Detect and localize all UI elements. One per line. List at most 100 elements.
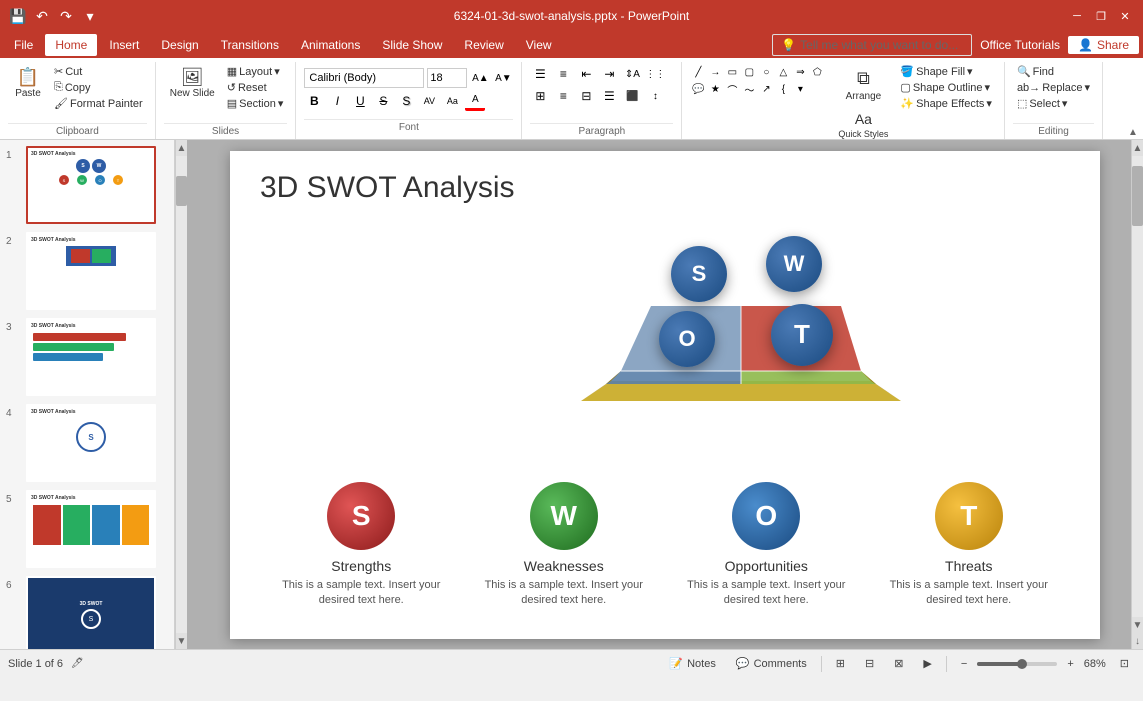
menu-insert[interactable]: Insert: [99, 34, 149, 56]
rect-icon[interactable]: ▭: [724, 64, 740, 80]
justify-button[interactable]: ☰: [599, 86, 619, 106]
convert-smartart-button[interactable]: ⋮⋮: [645, 64, 665, 84]
layout-button[interactable]: ▦ Layout ▾: [223, 64, 288, 79]
menu-design[interactable]: Design: [151, 34, 208, 56]
font-color-button[interactable]: A: [465, 91, 485, 111]
scroll-down-arrow[interactable]: ▼: [176, 633, 187, 649]
replace-button[interactable]: ab→ Replace ▾: [1013, 80, 1094, 95]
share-button[interactable]: 👤 Share: [1068, 36, 1139, 54]
decrease-font-size-button[interactable]: A▼: [493, 68, 513, 88]
triangle-icon[interactable]: △: [775, 64, 791, 80]
brace-icon[interactable]: {: [775, 81, 791, 97]
section-button[interactable]: ▤ Section ▾: [223, 96, 288, 111]
connector-icon[interactable]: ↗: [758, 81, 774, 97]
zoom-slider[interactable]: [977, 662, 1057, 666]
strikethrough-button[interactable]: S: [373, 91, 393, 111]
zoom-in-button[interactable]: +: [1061, 657, 1079, 671]
cut-button[interactable]: ✂ Cut: [50, 64, 147, 79]
arrow-icon[interactable]: →: [707, 64, 723, 80]
underline-button[interactable]: U: [350, 91, 370, 111]
pentagon-icon[interactable]: ⬠: [809, 64, 825, 80]
bullets-button[interactable]: ☰: [530, 64, 550, 84]
notes-button[interactable]: 📝 Notes: [663, 656, 721, 671]
new-slide-button[interactable]: 🖼 New Slide: [164, 64, 221, 103]
slide-sorter-button[interactable]: ⊟: [859, 656, 880, 671]
fit-slide-button[interactable]: ⊡: [1114, 656, 1135, 671]
restore-button[interactable]: ❐: [1091, 6, 1111, 26]
align-right-button[interactable]: ⊟: [576, 86, 596, 106]
decrease-indent-button[interactable]: ⇤: [576, 64, 596, 84]
zoom-slider-thumb[interactable]: [1017, 659, 1027, 669]
tell-me-input[interactable]: 💡 Tell me what you want to do...: [772, 34, 972, 56]
office-tutorials-link[interactable]: Office Tutorials: [980, 38, 1060, 52]
shape-outline-button[interactable]: ▢ Shape Outline ▾: [896, 80, 996, 95]
comments-button[interactable]: 💬 Comments: [730, 656, 813, 671]
scroll-up-arrow[interactable]: ▲: [176, 140, 187, 156]
find-button[interactable]: 🔍 Find: [1013, 64, 1094, 79]
font-family-input[interactable]: [304, 68, 424, 88]
reset-button[interactable]: ↺ Reset: [223, 80, 288, 95]
menu-view[interactable]: View: [516, 34, 562, 56]
line-spacing-button[interactable]: ↕: [645, 86, 665, 106]
callout-icon[interactable]: 💬: [690, 81, 706, 97]
bold-button[interactable]: B: [304, 91, 324, 111]
increase-font-size-button[interactable]: A▲: [470, 68, 490, 88]
copy-button[interactable]: ⎘ Copy: [50, 80, 147, 95]
font-size-input[interactable]: [427, 68, 467, 88]
minimize-button[interactable]: ─: [1067, 6, 1087, 26]
menu-transitions[interactable]: Transitions: [211, 34, 289, 56]
collapse-ribbon-button[interactable]: ▲: [1128, 127, 1138, 138]
format-painter-button[interactable]: 🖌 Format Painter: [50, 96, 147, 111]
numbering-button[interactable]: ≡: [553, 64, 573, 84]
right-arrow-shape-icon[interactable]: ⇒: [792, 64, 808, 80]
save-icon[interactable]: 💾: [8, 6, 28, 26]
undo-icon[interactable]: ↶: [32, 6, 52, 26]
line-icon[interactable]: ╱: [690, 64, 706, 80]
text-direction-button[interactable]: ⇕A: [622, 64, 642, 84]
slide-thumb-3[interactable]: 3 3D SWOT Analysis: [4, 316, 170, 398]
columns-button[interactable]: ⬛: [622, 86, 642, 106]
select-button[interactable]: ⬚ Select ▾: [1013, 96, 1094, 111]
quick-styles-button[interactable]: Aa Quick Styles: [832, 107, 894, 143]
rounded-rect-icon[interactable]: ▢: [741, 64, 757, 80]
zoom-out-button[interactable]: −: [955, 657, 973, 671]
canvas-scroll-thumb[interactable]: [1132, 166, 1143, 226]
align-left-button[interactable]: ⊞: [530, 86, 550, 106]
arrange-button[interactable]: ⧉ Arrange: [832, 64, 894, 106]
slideshow-button[interactable]: ▶: [917, 656, 937, 671]
canvas-scroll-up[interactable]: ▲: [1132, 140, 1143, 156]
menu-home[interactable]: Home: [45, 34, 97, 56]
change-case-button[interactable]: Aa: [442, 91, 462, 111]
slide-thumb-1[interactable]: 1 3D SWOT Analysis S W S W O T: [4, 144, 170, 226]
more-shapes-icon[interactable]: ▾: [792, 81, 808, 97]
align-center-button[interactable]: ≡: [553, 86, 573, 106]
slide-thumb-6[interactable]: 6 3D SWOT S: [4, 574, 170, 649]
slide-title[interactable]: 3D SWOT Analysis: [260, 171, 1070, 205]
slide-thumb-2[interactable]: 2 3D SWOT Analysis: [4, 230, 170, 312]
freeform-icon[interactable]: 〜: [741, 81, 757, 97]
customize-quick-access-icon[interactable]: ▾: [80, 6, 100, 26]
slide-panel-scrollbar[interactable]: ▲ ▼: [175, 140, 187, 649]
shadow-button[interactable]: S: [396, 91, 416, 111]
menu-file[interactable]: File: [4, 34, 43, 56]
curve-icon[interactable]: ⌒: [724, 81, 740, 97]
font-spacing-button[interactable]: AV: [419, 91, 439, 111]
italic-button[interactable]: I: [327, 91, 347, 111]
shape-fill-button[interactable]: 🪣 Shape Fill ▾: [896, 64, 996, 79]
slide-thumb-4[interactable]: 4 3D SWOT Analysis S: [4, 402, 170, 484]
menu-review[interactable]: Review: [454, 34, 513, 56]
canvas-scrollbar[interactable]: ▲ ▼ ↓: [1131, 140, 1143, 649]
paste-button[interactable]: 📋 Paste: [8, 64, 48, 103]
oval-icon[interactable]: ○: [758, 64, 774, 80]
menu-animations[interactable]: Animations: [291, 34, 370, 56]
scroll-bottom-arrow[interactable]: ↓: [1132, 633, 1143, 649]
slide-thumb-5[interactable]: 5 3D SWOT Analysis: [4, 488, 170, 570]
canvas-scroll-down[interactable]: ▼: [1132, 617, 1143, 633]
increase-indent-button[interactable]: ⇥: [599, 64, 619, 84]
scroll-thumb[interactable]: [176, 176, 187, 206]
menu-slideshow[interactable]: Slide Show: [372, 34, 452, 56]
star-icon[interactable]: ★: [707, 81, 723, 97]
close-button[interactable]: ✕: [1115, 6, 1135, 26]
redo-icon[interactable]: ↷: [56, 6, 76, 26]
reading-view-button[interactable]: ⊠: [888, 656, 909, 671]
